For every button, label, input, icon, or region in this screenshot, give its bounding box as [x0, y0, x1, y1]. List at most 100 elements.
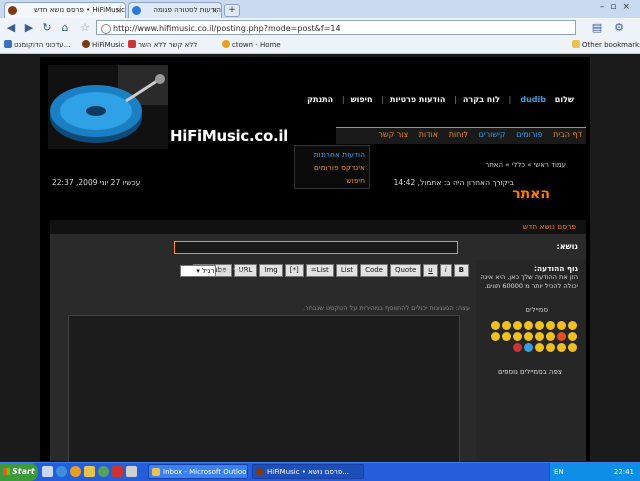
smiley-icon[interactable]: [491, 332, 500, 341]
new-tab-button[interactable]: +: [224, 4, 240, 17]
quote-button[interactable]: Quote: [389, 264, 422, 277]
chrome-icon[interactable]: [98, 466, 109, 477]
smiley-icon[interactable]: [535, 343, 544, 352]
bookmark-item[interactable]: ctown - Home: [222, 38, 281, 53]
current-date-text: עכשיו 27 יוני 2009, 22:37: [52, 178, 141, 187]
address-bar[interactable]: http://www.hifimusic.co.il/posting.php?m…: [96, 20, 576, 35]
list-item-button[interactable]: [*]: [284, 264, 304, 277]
nav-forums[interactable]: פורומים: [512, 128, 546, 142]
nav-boards[interactable]: לוחות: [445, 128, 472, 142]
smiley-icon[interactable]: [568, 321, 577, 330]
other-bookmarks[interactable]: Other bookmarks: [572, 38, 640, 53]
smiley-icon[interactable]: [546, 343, 555, 352]
bookmark-item[interactable]: HiFiMusic: [82, 38, 125, 53]
message-textarea[interactable]: [68, 315, 460, 463]
smiley-icon[interactable]: [513, 343, 522, 352]
forward-arrow-icon[interactable]: ▶: [22, 21, 36, 35]
search-link[interactable]: חיפוש: [351, 95, 373, 104]
bookmark-favicon-icon: [128, 40, 136, 48]
menu-item-search[interactable]: חיפוש: [299, 174, 365, 187]
app-icon[interactable]: [126, 466, 137, 477]
private-messages-link[interactable]: הודעות פרטיות: [390, 95, 445, 104]
internet-explorer-icon[interactable]: [56, 466, 67, 477]
reload-icon[interactable]: ↻: [40, 21, 54, 35]
outlook-icon: [152, 468, 160, 476]
show-desktop-icon[interactable]: [42, 466, 53, 477]
smiley-icon[interactable]: [524, 343, 533, 352]
smiley-icon[interactable]: [524, 321, 533, 330]
windows-taskbar: Start Inbox - Microsoft Outlook HiFiMusi…: [0, 462, 640, 481]
username-link[interactable]: dudib: [520, 95, 546, 104]
nav-about[interactable]: אודות: [415, 128, 442, 142]
font-size-label: גודל גופן:: [217, 267, 246, 275]
window-controls[interactable]: –▫×: [600, 2, 636, 12]
font-size-control: גודל גופן: רגיל ▾: [132, 265, 246, 277]
menu-item-forum-index[interactable]: אינדקס פורומים: [299, 161, 365, 174]
url-text: http://www.hifimusic.co.il/posting.php?m…: [113, 24, 341, 33]
bookmark-item[interactable]: ללא קשר ללא השר: [128, 38, 197, 53]
page-menu-icon[interactable]: ▤: [590, 21, 604, 35]
list-button[interactable]: List: [335, 264, 359, 277]
smiley-icon[interactable]: [557, 321, 566, 330]
task-outlook[interactable]: Inbox - Microsoft Outlook: [148, 464, 248, 479]
home-icon[interactable]: ⌂: [58, 21, 72, 35]
app-icon[interactable]: [112, 466, 123, 477]
subject-row: נושא:: [50, 238, 586, 258]
ordered-list-button[interactable]: List=: [305, 264, 334, 277]
last-visit-text: ביקורך האחרון היה ב: אתמול, 14:42: [393, 178, 514, 187]
smiley-icon[interactable]: [546, 332, 555, 341]
folder-icon[interactable]: [84, 466, 95, 477]
smiley-icon[interactable]: [524, 332, 533, 341]
img-button[interactable]: Img: [259, 264, 283, 277]
smiley-icon[interactable]: [546, 321, 555, 330]
italic-button[interactable]: i: [439, 264, 452, 277]
menu-item-recent-posts[interactable]: הודעות אחרונות: [299, 148, 365, 161]
smiley-icon[interactable]: [502, 321, 511, 330]
nav-links[interactable]: קישורים: [475, 128, 510, 142]
smiley-icon[interactable]: [557, 332, 566, 341]
smiley-icon[interactable]: [513, 321, 522, 330]
close-tab-icon[interactable]: ×: [211, 3, 218, 18]
bookmarks-bar: עדכוני הדוקומנט... HiFiMusic ללא קשר ללא…: [0, 38, 640, 54]
media-player-icon[interactable]: [70, 466, 81, 477]
hifimusic-favicon-icon: [256, 468, 264, 476]
smiley-icon[interactable]: [513, 332, 522, 341]
site-brand[interactable]: HiFiMusic.co.il: [170, 127, 288, 145]
nav-contact[interactable]: צור קשר: [374, 128, 412, 142]
smiley-icon[interactable]: [502, 332, 511, 341]
smiley-icon[interactable]: [535, 332, 544, 341]
breadcrumb[interactable]: עמוד ראשי » כללי » האתר: [485, 161, 566, 169]
clock: 22:41: [613, 468, 634, 476]
close-tab-icon[interactable]: ×: [115, 3, 122, 18]
underline-button[interactable]: u: [423, 264, 438, 277]
subject-input[interactable]: [174, 241, 458, 254]
hifimusic-favicon-icon: [8, 6, 17, 15]
font-size-select[interactable]: רגיל ▾: [179, 265, 216, 277]
tab-hifimusic-post[interactable]: HiFiMusic • פרסם נושא חדש ×: [4, 2, 126, 18]
bold-button[interactable]: B: [453, 264, 469, 277]
nav-home[interactable]: דף הבית: [549, 128, 586, 142]
start-button[interactable]: Start: [0, 463, 38, 481]
main-nav: דף הבית פורומים קישורים לוחות אודות צור …: [336, 127, 586, 144]
greeting: שלום dudib: [520, 95, 574, 104]
smiley-icon[interactable]: [491, 321, 500, 330]
code-button[interactable]: Code: [360, 264, 388, 277]
logout-link[interactable]: התנתק: [307, 95, 333, 104]
tab-second[interactable]: הודעות לסטורה פגומה ×: [128, 2, 222, 18]
smiley-icon[interactable]: [568, 343, 577, 352]
bookmark-item[interactable]: עדכוני הדוקומנט...: [4, 38, 70, 53]
system-tray: EN 22:41: [549, 463, 640, 481]
forum-title[interactable]: האתר: [512, 186, 550, 202]
language-indicator[interactable]: EN: [554, 463, 564, 481]
turntable-logo-icon[interactable]: [48, 65, 168, 149]
task-chrome[interactable]: HiFiMusic • פרסם נושא...: [252, 464, 364, 479]
browser-tab-strip: HiFiMusic • פרסם נושא חדש × הודעות לסטור…: [0, 0, 640, 18]
smiley-icon[interactable]: [568, 332, 577, 341]
smiley-icon[interactable]: [557, 343, 566, 352]
bookmark-star-icon[interactable]: ☆: [80, 21, 90, 34]
control-panel-link[interactable]: לוח בקרה: [463, 95, 500, 104]
smiley-icon[interactable]: [535, 321, 544, 330]
more-smilies-link[interactable]: צפה בסמיילים נוספים: [498, 368, 562, 376]
back-arrow-icon[interactable]: ◀: [4, 21, 18, 35]
wrench-icon[interactable]: ⚙: [612, 21, 626, 35]
